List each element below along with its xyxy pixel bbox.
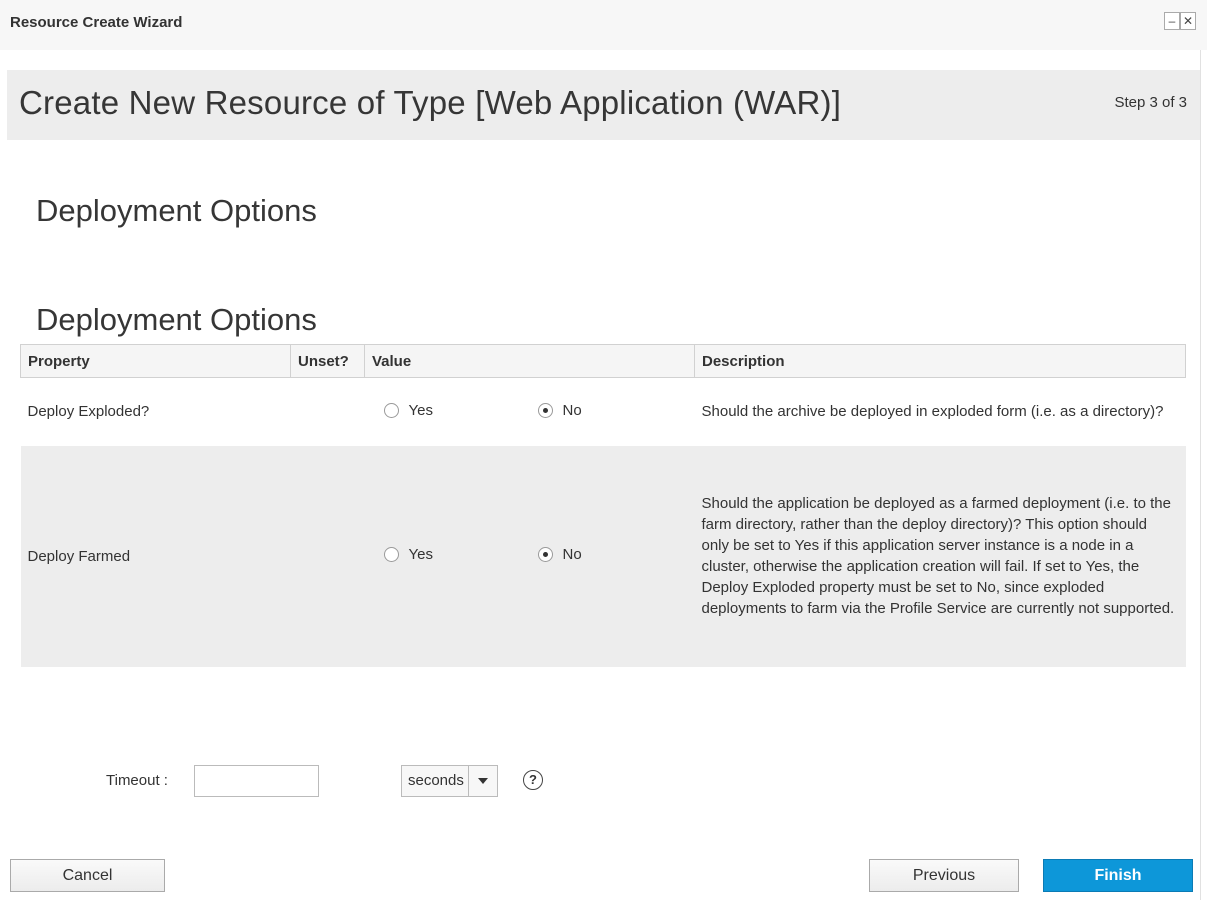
radio-group-deploy-farmed: Yes No [372,546,688,566]
section-heading: Deployment Options [36,193,317,228]
wizard-window: Resource Create Wizard – ✕ Create New Re… [0,0,1207,900]
property-name: Deploy Exploded? [20,377,291,446]
window-title: Resource Create Wizard [10,14,183,31]
table-row: Deploy Farmed Yes No Should the applicat… [20,445,1186,667]
finish-button[interactable]: Finish [1043,859,1193,892]
property-description: Should the application be deployed as a … [694,445,1186,667]
unset-cell [290,445,365,667]
previous-button[interactable]: Previous [869,859,1019,892]
radio-label: Yes [408,401,433,419]
radio-label: Yes [408,546,433,563]
timeout-label: Timeout : [106,772,168,789]
cancel-button[interactable]: Cancel [10,859,165,892]
radio-circle-icon[interactable] [383,402,399,418]
table-row: Deploy Exploded? Yes No Should the archi… [20,377,1186,446]
minimize-icon[interactable]: – [1164,12,1180,30]
radio-no-deploy-exploded[interactable]: No [537,401,582,419]
property-name: Deploy Farmed [20,445,291,667]
radio-no-deploy-farmed[interactable]: No [537,546,582,563]
value-cell: Yes No [364,377,695,446]
column-header-unset: Unset? [290,344,365,378]
help-icon[interactable]: ? [523,770,543,790]
value-cell: Yes No [364,445,695,667]
table-heading: Deployment Options [36,302,317,337]
page-title: Create New Resource of Type [Web Applica… [19,84,842,121]
unset-cell [290,377,365,446]
window-border [1200,50,1201,900]
column-header-property: Property [20,344,291,378]
step-indicator: Step 3 of 3 [1114,94,1187,111]
radio-label: No [562,401,582,419]
table-header-row: Property Unset? Value Description [20,344,1186,378]
properties-table: Property Unset? Value Description Deploy… [20,344,1186,667]
timeout-input[interactable] [194,765,319,797]
timeout-unit-value: seconds [402,766,469,796]
radio-yes-deploy-exploded[interactable]: Yes [383,401,433,419]
chevron-down-icon[interactable] [469,766,497,796]
radio-label: No [562,546,582,563]
column-header-value: Value [364,344,695,378]
radio-selected-icon[interactable] [537,547,553,562]
radio-circle-icon[interactable] [383,547,399,562]
timeout-unit-select[interactable]: seconds [401,765,498,797]
property-description: Should the archive be deployed in explod… [694,377,1186,446]
radio-yes-deploy-farmed[interactable]: Yes [383,546,433,563]
radio-group-deploy-exploded: Yes No [372,402,688,422]
close-icon[interactable]: ✕ [1180,12,1196,30]
title-bar: Resource Create Wizard – ✕ [0,0,1207,50]
column-header-description: Description [694,344,1186,378]
radio-selected-icon[interactable] [537,402,553,418]
wizard-header: Create New Resource of Type [Web Applica… [7,70,1200,140]
